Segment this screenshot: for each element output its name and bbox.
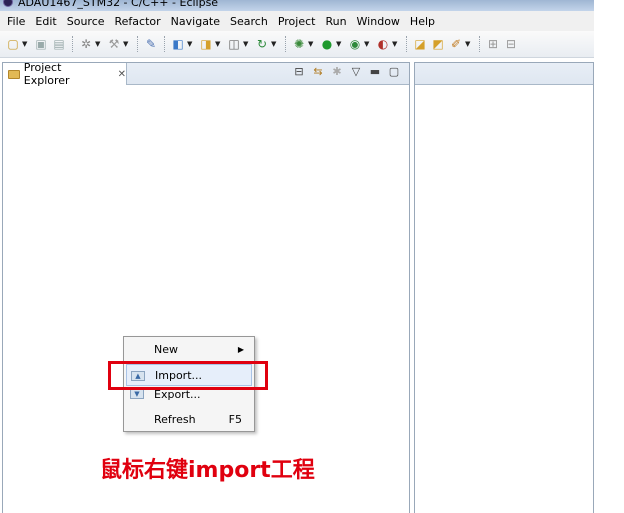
debug-icon[interactable]: ✎ — [143, 36, 159, 52]
tab-label: Project Explorer — [23, 61, 70, 87]
run-icon[interactable]: ● — [319, 36, 335, 52]
external-tools-icon[interactable]: ◐ — [375, 36, 391, 52]
folder-icon — [8, 69, 20, 79]
settings-dropdown[interactable]: ▼ — [95, 40, 102, 48]
menu-source[interactable]: Source — [62, 15, 110, 28]
tab-project-explorer[interactable]: Project Explorer ✕ — [3, 61, 127, 87]
toolbar-separator — [479, 36, 480, 52]
menu-run[interactable]: Run — [320, 15, 351, 28]
menu-refactor[interactable]: Refactor — [110, 15, 166, 28]
tools-dropdown[interactable]: ▼ — [465, 40, 472, 48]
settings-icon[interactable]: ✲ — [78, 36, 94, 52]
new-file-dropdown[interactable]: ▼ — [243, 40, 250, 48]
toolbar-separator — [164, 36, 165, 52]
editor-header — [415, 63, 593, 85]
highlight-box — [108, 361, 268, 390]
export-icon: ▼ — [130, 389, 144, 399]
menu-window[interactable]: Window — [352, 15, 405, 28]
view-menu-icon[interactable]: ▽ — [349, 65, 363, 78]
menu-item-refresh[interactable]: Refresh F5 — [126, 408, 252, 430]
project-explorer-header: Project Explorer ✕ ⊟ ⇆ ✱ ▽ ▬ ▢ — [3, 61, 409, 87]
new-class-dropdown[interactable]: ▼ — [187, 40, 194, 48]
new-file-icon[interactable]: ◫ — [226, 36, 242, 52]
project-explorer-view: Project Explorer ✕ ⊟ ⇆ ✱ ▽ ▬ ▢ — [2, 61, 410, 513]
menu-item-label: Refresh — [154, 412, 196, 426]
eclipse-icon — [3, 0, 13, 7]
minimize-icon[interactable]: ▬ — [368, 65, 382, 78]
new-folder-icon[interactable]: ◨ — [198, 36, 214, 52]
perspective-icon[interactable]: ⊞ — [485, 36, 501, 52]
menu-help[interactable]: Help — [405, 15, 440, 28]
bug-dropdown[interactable]: ▼ — [308, 40, 315, 48]
main-toolbar: ▢ ▼ ▣ ▤ ✲ ▼ ⚒ ▼ ✎ ◧ ▼ ◨ ▼ ◫ ▼ ↻ ▼ ✺ ▼ ● ▼ ◉ ▼ ◐ ▼ ◪… — [0, 31, 594, 58]
open-folder-icon[interactable]: ◪ — [412, 36, 428, 52]
refresh-dropdown[interactable]: ▼ — [271, 40, 278, 48]
menu-navigate[interactable]: Navigate — [166, 15, 225, 28]
external-tools-dropdown[interactable]: ▼ — [392, 40, 399, 48]
profile-dropdown[interactable]: ▼ — [364, 40, 371, 48]
profile-icon[interactable]: ◉ — [347, 36, 363, 52]
window-title: ADAU1467_STM32 - C/C++ - Eclipse — [18, 0, 219, 9]
perspective-alt-icon[interactable]: ⊟ — [503, 36, 519, 52]
menu-search[interactable]: Search — [225, 15, 273, 28]
filter-icon[interactable]: ✱ — [330, 65, 344, 78]
menu-item-shortcut: F5 — [228, 412, 242, 426]
toolbar-separator — [285, 36, 286, 52]
new-class-icon[interactable]: ◧ — [170, 36, 186, 52]
menu-item-label: New — [154, 342, 178, 356]
open-project-icon[interactable]: ◩ — [430, 36, 446, 52]
collapse-all-icon[interactable]: ⊟ — [292, 65, 306, 78]
view-toolbar: ⊟ ⇆ ✱ ▽ ▬ ▢ — [292, 65, 401, 78]
menu-edit[interactable]: Edit — [30, 15, 61, 28]
annotation-text: 鼠标右键import工程 — [100, 458, 315, 483]
toolbar-separator — [406, 36, 407, 52]
new-dropdown[interactable]: ▼ — [22, 40, 29, 48]
toolbar-separator — [72, 36, 73, 52]
title-bar: ADAU1467_STM32 - C/C++ - Eclipse — [0, 0, 594, 11]
save-all-icon[interactable]: ▤ — [51, 36, 67, 52]
new-icon[interactable]: ▢ — [5, 36, 21, 52]
close-icon[interactable]: ✕ — [118, 69, 126, 80]
save-icon[interactable]: ▣ — [33, 36, 49, 52]
menu-bar: File Edit Source Refactor Navigate Searc… — [0, 11, 594, 31]
refresh-icon[interactable]: ↻ — [254, 36, 270, 52]
toolbar-separator — [137, 36, 138, 52]
tools-icon[interactable]: ✐ — [448, 36, 464, 52]
maximize-icon[interactable]: ▢ — [387, 65, 401, 78]
menu-file[interactable]: File — [2, 15, 30, 28]
editor-area — [414, 62, 594, 513]
menu-project[interactable]: Project — [273, 15, 321, 28]
link-editor-icon[interactable]: ⇆ — [311, 65, 325, 78]
build-dropdown[interactable]: ▼ — [123, 40, 130, 48]
run-dropdown[interactable]: ▼ — [336, 40, 343, 48]
menu-item-new[interactable]: New ▶ — [126, 338, 252, 360]
build-icon[interactable]: ⚒ — [106, 36, 122, 52]
submenu-arrow-icon: ▶ — [237, 344, 244, 354]
new-folder-dropdown[interactable]: ▼ — [215, 40, 222, 48]
bug-icon[interactable]: ✺ — [291, 36, 307, 52]
